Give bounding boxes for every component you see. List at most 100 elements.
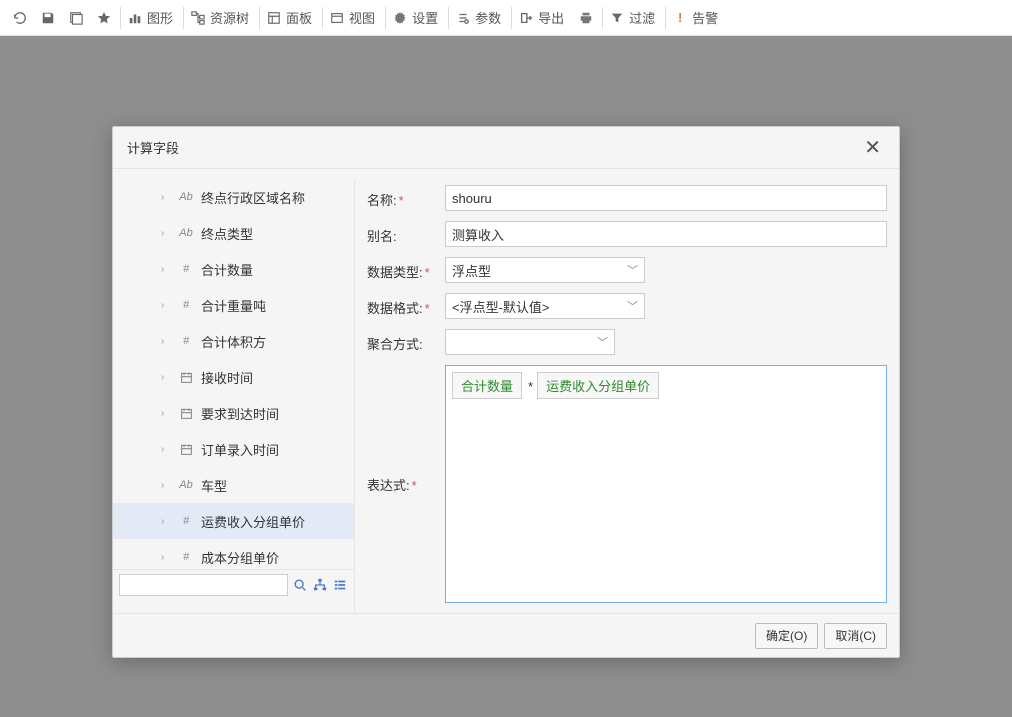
save-button[interactable] [36, 7, 60, 29]
expr-token[interactable]: 合计数量 [452, 372, 522, 399]
panel-button[interactable]: 面板 [259, 7, 318, 29]
alert-label: 告警 [692, 8, 718, 27]
chart-icon [127, 10, 143, 26]
agg-select[interactable]: ﹀ [445, 329, 615, 355]
gear-icon [392, 10, 408, 26]
filter-label: 过滤 [629, 8, 655, 27]
expand-arrow-icon: › [161, 228, 171, 239]
tree-item[interactable]: › # 合计体积方 [113, 323, 354, 359]
export-label: 导出 [538, 8, 564, 27]
tree-icon [190, 10, 206, 26]
settings-label: 设置 [412, 8, 438, 27]
text-type-icon: Ab [177, 227, 195, 239]
saveas-icon [68, 10, 84, 26]
modal-header: 计算字段 ✕ [113, 127, 899, 169]
expression-editor[interactable]: 合计数量 * 运费收入分组单价 [445, 365, 887, 603]
params-label: 参数 [475, 8, 501, 27]
chevron-down-icon: ﹀ [597, 334, 608, 350]
tree-search-bar [113, 569, 354, 599]
view-label: 视图 [349, 8, 375, 27]
search-icon[interactable] [292, 577, 308, 593]
print-icon [578, 10, 594, 26]
chart-button[interactable]: 图形 [120, 7, 179, 29]
expr-operator: * [528, 379, 533, 394]
hierarchy-icon[interactable] [312, 577, 328, 593]
tree-item[interactable]: › 订单录入时间 [113, 431, 354, 467]
list-icon[interactable] [332, 577, 348, 593]
params-icon [455, 10, 471, 26]
panel-icon [266, 10, 282, 26]
number-type-icon: # [177, 335, 195, 347]
calc-field-dialog: 计算字段 ✕ › Ab 终点行政区域名称 › Ab 终点类型 › # 合计数量 › # 合计重量吨 › #… [112, 126, 900, 658]
tree-item[interactable]: › Ab 终点类型 [113, 215, 354, 251]
alert-icon: ! [672, 10, 688, 26]
refresh-button[interactable] [8, 7, 32, 29]
dtype-select[interactable]: 浮点型 ﹀ [445, 257, 645, 283]
number-type-icon: # [177, 299, 195, 311]
export-button[interactable]: 导出 [511, 7, 570, 29]
expand-arrow-icon: › [161, 516, 171, 527]
print-button[interactable] [574, 7, 598, 29]
tree-item-label: 车型 [201, 476, 227, 495]
close-icon[interactable]: ✕ [860, 136, 885, 160]
expand-arrow-icon: › [161, 444, 171, 455]
filter-icon [609, 10, 625, 26]
tree-item-label: 合计体积方 [201, 332, 266, 351]
text-type-icon: Ab [177, 479, 195, 491]
export-icon [518, 10, 534, 26]
tree-search-input[interactable] [119, 574, 288, 596]
text-type-icon: Ab [177, 191, 195, 203]
view-button[interactable]: 视图 [322, 7, 381, 29]
tree-item-label: 订单录入时间 [201, 440, 279, 459]
tree-item[interactable]: › # 合计重量吨 [113, 287, 354, 323]
view-icon [329, 10, 345, 26]
modal-title: 计算字段 [127, 138, 179, 157]
tree-item[interactable]: › 要求到达时间 [113, 395, 354, 431]
chevron-down-icon: ﹀ [627, 298, 638, 314]
expand-arrow-icon: › [161, 552, 171, 563]
tree-item-label: 合计重量吨 [201, 296, 266, 315]
alert-button[interactable]: ! 告警 [665, 7, 724, 29]
params-button[interactable]: 参数 [448, 7, 507, 29]
alias-input[interactable] [445, 221, 887, 247]
tree-item-label: 成本分组单价 [201, 548, 279, 567]
star-button[interactable] [92, 7, 116, 29]
resource-tree-label: 资源树 [210, 8, 249, 27]
expr-token[interactable]: 运费收入分组单价 [537, 372, 659, 399]
dformat-select[interactable]: <浮点型-默认值> ﹀ [445, 293, 645, 319]
tree-item[interactable]: › # 成本分组单价 [113, 539, 354, 569]
tree-item-label: 接收时间 [201, 368, 253, 387]
star-icon [96, 10, 112, 26]
expand-arrow-icon: › [161, 300, 171, 311]
tree-item[interactable]: ›Ab车型 [113, 467, 354, 503]
tree-item-label: 要求到达时间 [201, 404, 279, 423]
tree-item[interactable]: ›#合计数量 [113, 251, 354, 287]
tree-item[interactable]: ›Ab终点行政区域名称 [113, 179, 354, 215]
number-type-icon: # [177, 263, 195, 275]
modal-footer: 确定(O) 取消(C) [113, 613, 899, 657]
tree-item-label: 终点类型 [201, 224, 253, 243]
ok-button[interactable]: 确定(O) [755, 623, 818, 649]
chevron-down-icon: ﹀ [627, 262, 638, 278]
settings-button[interactable]: 设置 [385, 7, 444, 29]
number-type-icon: # [177, 551, 195, 563]
name-input[interactable] [445, 185, 887, 211]
expand-arrow-icon: › [161, 336, 171, 347]
saveas-button[interactable] [64, 7, 88, 29]
date-type-icon [177, 407, 195, 420]
filter-button[interactable]: 过滤 [602, 7, 661, 29]
field-tree-panel: ›Ab终点行政区域名称›Ab终点类型›#合计数量›#合计重量吨›#合计体积方›接… [113, 179, 355, 613]
expand-arrow-icon: › [161, 408, 171, 419]
date-type-icon [177, 443, 195, 456]
tree-item-label: 合计数量 [201, 260, 253, 279]
resource-tree-button[interactable]: 资源树 [183, 7, 255, 29]
cancel-button[interactable]: 取消(C) [824, 623, 887, 649]
field-tree[interactable]: ›Ab终点行政区域名称›Ab终点类型›#合计数量›#合计重量吨›#合计体积方›接… [113, 179, 354, 569]
tree-item[interactable]: ›接收时间 [113, 359, 354, 395]
tree-item-label: 终点行政区域名称 [201, 188, 305, 207]
date-type-icon [177, 371, 195, 384]
dtype-label: 数据类型:* [367, 257, 445, 281]
number-type-icon: # [177, 515, 195, 527]
tree-item[interactable]: ›#运费收入分组单价 [113, 503, 354, 539]
refresh-icon [12, 10, 28, 26]
